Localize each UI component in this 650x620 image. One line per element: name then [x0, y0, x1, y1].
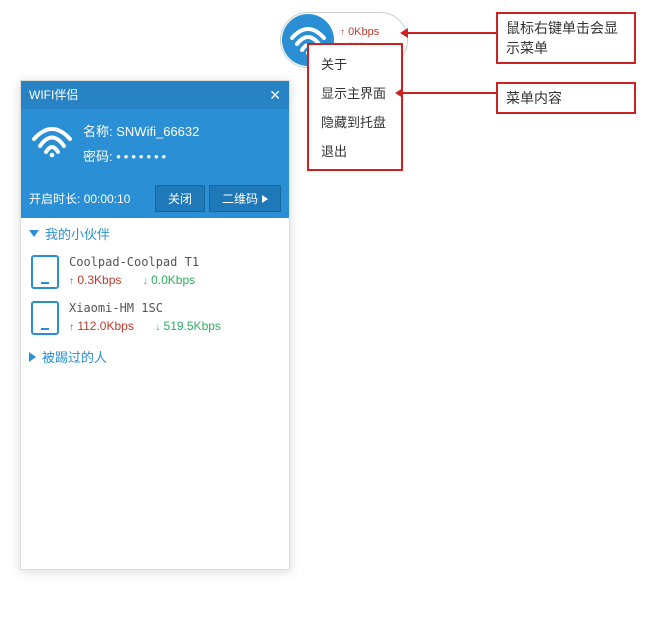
- chevron-down-icon: [29, 230, 39, 237]
- wifi-name-value: SNWifi_66632: [116, 124, 199, 139]
- download-speed: ↓ 0.0Kbps: [143, 273, 195, 287]
- callout-menu-content: 菜单内容: [496, 82, 636, 114]
- close-icon[interactable]: ✕: [269, 81, 281, 109]
- wifi-companion-window: WIFI伴侣 ✕ 名称: SNWifi_66632 密码: ••••: [20, 80, 290, 570]
- device-row[interactable]: Xiaomi-HM 1SC ↑ 112.0Kbps ↓ 519.5Kbps: [21, 295, 289, 341]
- menu-item-about[interactable]: 关于: [309, 49, 401, 78]
- device-name: Coolpad-Coolpad T1: [69, 255, 199, 269]
- device-name: Xiaomi-HM 1SC: [69, 301, 221, 315]
- section-kicked-label: 被踢过的人: [42, 347, 107, 366]
- tray-context-menu: 关于 显示主界面 隐藏到托盘 退出: [308, 44, 402, 170]
- status-bar: 开启时长: 00:00:10 关闭 二维码: [21, 179, 289, 218]
- menu-item-hide-to-tray[interactable]: 隐藏到托盘: [309, 107, 401, 136]
- uptime-value: 00:00:10: [84, 192, 131, 206]
- callout-right-click: 鼠标右键单击会显示菜单: [496, 12, 636, 64]
- uptime-label: 开启时长:: [29, 192, 80, 206]
- chevron-right-icon: [29, 352, 36, 362]
- section-partners-label: 我的小伙伴: [45, 224, 110, 243]
- wifi-password-value: •••••••: [116, 149, 169, 164]
- callout-arrow-1: [408, 32, 496, 34]
- device-row[interactable]: Coolpad-Coolpad T1 ↑ 0.3Kbps ↓ 0.0Kbps: [21, 249, 289, 295]
- stop-button[interactable]: 关闭: [155, 185, 205, 212]
- callout-arrow-2: [403, 92, 496, 94]
- menu-item-exit[interactable]: 退出: [309, 136, 401, 165]
- window-titlebar[interactable]: WIFI伴侣 ✕: [21, 81, 289, 109]
- chevron-right-icon: [262, 195, 268, 203]
- window-title: WIFI伴侣: [29, 81, 78, 109]
- qr-button[interactable]: 二维码: [209, 185, 281, 212]
- wifi-name-label: 名称:: [83, 124, 113, 139]
- wifi-info-panel: 名称: SNWifi_66632 密码: •••••••: [21, 109, 289, 179]
- upload-speed: ↑ 112.0Kbps: [69, 319, 134, 333]
- menu-item-show-main[interactable]: 显示主界面: [309, 78, 401, 107]
- phone-icon: [31, 301, 59, 335]
- section-partners[interactable]: 我的小伙伴: [21, 218, 289, 249]
- section-kicked[interactable]: 被踢过的人: [21, 341, 289, 372]
- upload-speed: ↑ 0.3Kbps: [69, 273, 121, 287]
- download-speed: ↓ 519.5Kbps: [155, 319, 221, 333]
- phone-icon: [31, 255, 59, 289]
- wifi-icon: [31, 125, 73, 159]
- wifi-password-label: 密码:: [83, 149, 113, 164]
